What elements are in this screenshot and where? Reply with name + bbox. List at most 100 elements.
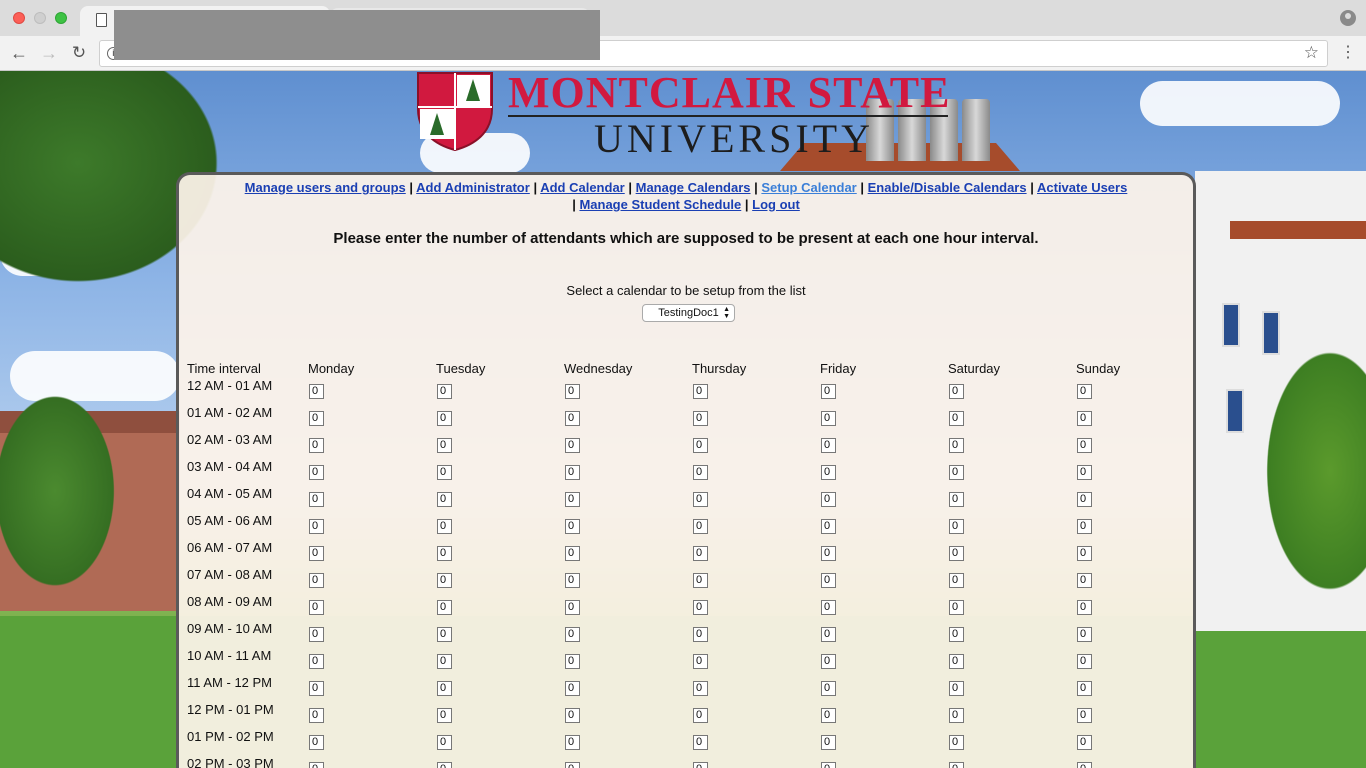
attendants-input[interactable]: 0	[309, 384, 324, 399]
attendants-input[interactable]: 0	[693, 681, 708, 696]
attendants-input[interactable]: 0	[693, 627, 708, 642]
attendants-input[interactable]: 0	[821, 384, 836, 399]
attendants-input[interactable]: 0	[1077, 573, 1092, 588]
attendants-input[interactable]: 0	[1077, 384, 1092, 399]
attendants-input[interactable]: 0	[1077, 762, 1092, 768]
attendants-input[interactable]: 0	[1077, 465, 1092, 480]
attendants-input[interactable]: 0	[309, 681, 324, 696]
close-window-button[interactable]	[13, 12, 25, 24]
attendants-input[interactable]: 0	[309, 627, 324, 642]
attendants-input[interactable]: 0	[821, 762, 836, 768]
attendants-input[interactable]: 0	[693, 762, 708, 768]
nav-enable-disable-calendars-link[interactable]: Enable/Disable Calendars	[868, 180, 1027, 195]
attendants-input[interactable]: 0	[1077, 681, 1092, 696]
attendants-input[interactable]: 0	[437, 438, 452, 453]
attendants-input[interactable]: 0	[309, 546, 324, 561]
attendants-input[interactable]: 0	[949, 708, 964, 723]
attendants-input[interactable]: 0	[693, 546, 708, 561]
back-arrow-icon[interactable]: ←	[8, 42, 30, 64]
attendants-input[interactable]: 0	[437, 762, 452, 768]
kebab-menu-icon[interactable]: ⋮	[1340, 43, 1356, 63]
attendants-input[interactable]: 0	[437, 627, 452, 642]
star-icon[interactable]: ☆	[1304, 43, 1319, 63]
attendants-input[interactable]: 0	[949, 681, 964, 696]
attendants-input[interactable]: 0	[437, 681, 452, 696]
attendants-input[interactable]: 0	[821, 627, 836, 642]
attendants-input[interactable]: 0	[1077, 411, 1092, 426]
attendants-input[interactable]: 0	[565, 708, 580, 723]
attendants-input[interactable]: 0	[1077, 438, 1092, 453]
attendants-input[interactable]: 0	[949, 735, 964, 750]
attendants-input[interactable]: 0	[693, 384, 708, 399]
attendants-input[interactable]: 0	[821, 681, 836, 696]
attendants-input[interactable]: 0	[949, 438, 964, 453]
attendants-input[interactable]: 0	[949, 384, 964, 399]
attendants-input[interactable]: 0	[437, 519, 452, 534]
attendants-input[interactable]: 0	[1077, 600, 1092, 615]
attendants-input[interactable]: 0	[821, 708, 836, 723]
attendants-input[interactable]: 0	[1077, 519, 1092, 534]
attendants-input[interactable]: 0	[309, 735, 324, 750]
attendants-input[interactable]: 0	[821, 735, 836, 750]
attendants-input[interactable]: 0	[565, 627, 580, 642]
attendants-input[interactable]: 0	[565, 411, 580, 426]
attendants-input[interactable]: 0	[693, 708, 708, 723]
attendants-input[interactable]: 0	[693, 411, 708, 426]
attendants-input[interactable]: 0	[949, 519, 964, 534]
calendar-select[interactable]: TestingDoc1 ▲ ▼	[642, 304, 735, 322]
nav-add-calendar-link[interactable]: Add Calendar	[540, 180, 625, 195]
attendants-input[interactable]: 0	[437, 384, 452, 399]
attendants-input[interactable]: 0	[437, 600, 452, 615]
attendants-input[interactable]: 0	[309, 654, 324, 669]
attendants-input[interactable]: 0	[437, 708, 452, 723]
attendants-input[interactable]: 0	[565, 438, 580, 453]
attendants-input[interactable]: 0	[565, 654, 580, 669]
attendants-input[interactable]: 0	[949, 411, 964, 426]
attendants-input[interactable]: 0	[693, 438, 708, 453]
attendants-input[interactable]: 0	[949, 546, 964, 561]
attendants-input[interactable]: 0	[565, 519, 580, 534]
nav-manage-student-schedule-link[interactable]: Manage Student Schedule	[579, 197, 741, 212]
attendants-input[interactable]: 0	[565, 735, 580, 750]
attendants-input[interactable]: 0	[1077, 492, 1092, 507]
forward-arrow-icon[interactable]: →	[38, 42, 60, 64]
attendants-input[interactable]: 0	[949, 492, 964, 507]
attendants-input[interactable]: 0	[309, 708, 324, 723]
attendants-input[interactable]: 0	[693, 465, 708, 480]
attendants-input[interactable]: 0	[1077, 627, 1092, 642]
nav-manage-users-link[interactable]: Manage users and groups	[245, 180, 406, 195]
attendants-input[interactable]: 0	[1077, 654, 1092, 669]
attendants-input[interactable]: 0	[565, 465, 580, 480]
attendants-input[interactable]: 0	[949, 654, 964, 669]
attendants-input[interactable]: 0	[309, 573, 324, 588]
attendants-input[interactable]: 0	[821, 546, 836, 561]
attendants-input[interactable]: 0	[437, 546, 452, 561]
attendants-input[interactable]: 0	[437, 735, 452, 750]
attendants-input[interactable]: 0	[1077, 546, 1092, 561]
attendants-input[interactable]: 0	[821, 411, 836, 426]
nav-add-administrator-link[interactable]: Add Administrator	[416, 180, 530, 195]
attendants-input[interactable]: 0	[949, 600, 964, 615]
attendants-input[interactable]: 0	[309, 465, 324, 480]
attendants-input[interactable]: 0	[437, 465, 452, 480]
nav-setup-calendar-link[interactable]: Setup Calendar	[761, 180, 856, 195]
maximize-window-button[interactable]	[55, 12, 67, 24]
attendants-input[interactable]: 0	[693, 600, 708, 615]
attendants-input[interactable]: 0	[693, 735, 708, 750]
attendants-input[interactable]: 0	[565, 546, 580, 561]
nav-activate-users-link[interactable]: Activate Users	[1037, 180, 1127, 195]
attendants-input[interactable]: 0	[437, 411, 452, 426]
attendants-input[interactable]: 0	[821, 600, 836, 615]
attendants-input[interactable]: 0	[821, 654, 836, 669]
attendants-input[interactable]: 0	[309, 600, 324, 615]
attendants-input[interactable]: 0	[821, 492, 836, 507]
attendants-input[interactable]: 0	[565, 492, 580, 507]
attendants-input[interactable]: 0	[1077, 708, 1092, 723]
attendants-input[interactable]: 0	[565, 384, 580, 399]
attendants-input[interactable]: 0	[693, 654, 708, 669]
attendants-input[interactable]: 0	[949, 762, 964, 768]
attendants-input[interactable]: 0	[821, 573, 836, 588]
attendants-input[interactable]: 0	[949, 627, 964, 642]
profile-icon[interactable]	[1340, 10, 1356, 26]
attendants-input[interactable]: 0	[693, 519, 708, 534]
